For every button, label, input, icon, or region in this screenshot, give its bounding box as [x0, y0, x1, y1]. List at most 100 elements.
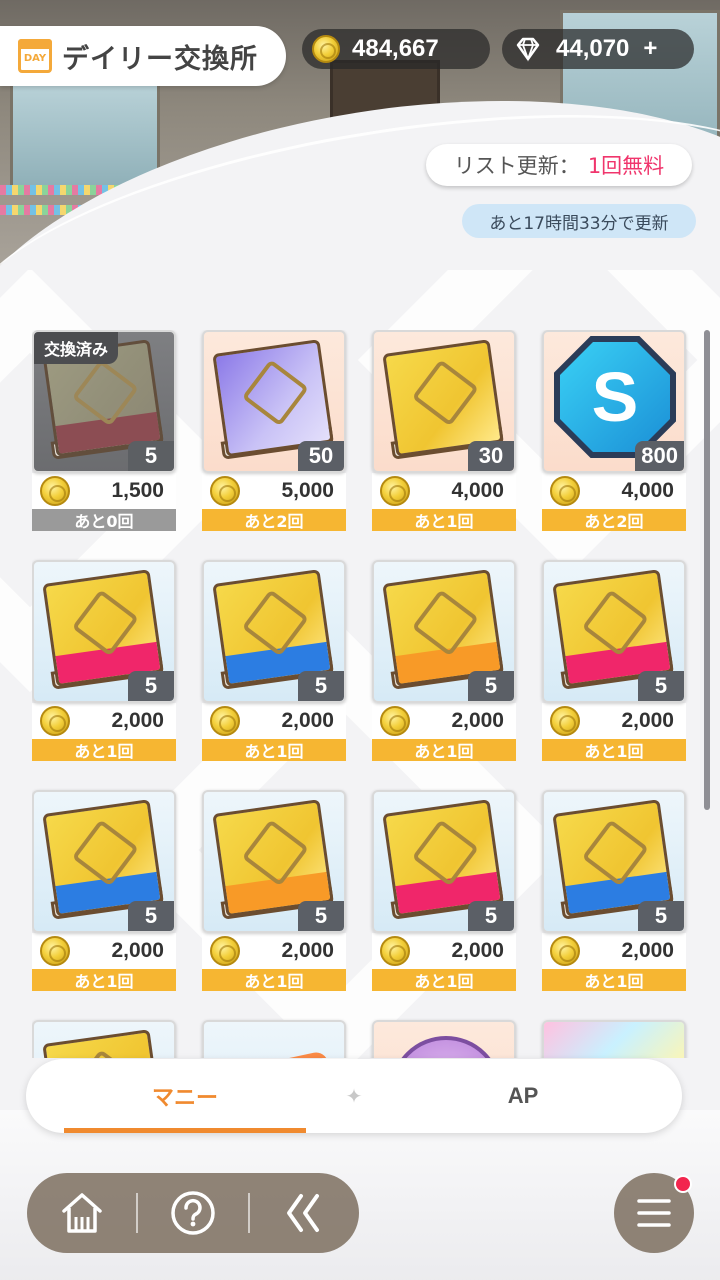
coin-icon	[210, 936, 240, 966]
item-price: 1,500	[32, 473, 176, 509]
coin-icon	[210, 706, 240, 736]
remaining-count: あと1回	[542, 969, 686, 991]
rainbow-item-icon	[544, 1022, 684, 1058]
remaining-count: あと1回	[202, 739, 346, 761]
item-artwork: 5	[542, 790, 686, 933]
item-quantity: 50	[298, 441, 344, 471]
gem-balance[interactable]: 44,070 +	[502, 29, 694, 69]
refresh-label: リスト更新：	[453, 154, 580, 178]
price-value: 4,000	[621, 479, 674, 502]
home-button[interactable]	[27, 1173, 136, 1253]
exchange-item-card[interactable]: 5 2,000 あと1回	[202, 560, 346, 762]
help-icon	[171, 1191, 215, 1235]
tab-separator-icon: ✦	[345, 1084, 363, 1108]
item-quantity: 30	[468, 441, 514, 471]
menu-icon	[637, 1199, 671, 1227]
item-artwork: 30	[372, 330, 516, 473]
exchange-item-card[interactable]	[202, 1020, 346, 1058]
currency-tab-bar: マニー ✦ AP	[26, 1059, 682, 1133]
notification-dot	[674, 1175, 692, 1193]
crystal-icon	[390, 1036, 502, 1058]
day-badge-text: DAY	[23, 53, 47, 64]
remaining-count: あと1回	[32, 969, 176, 991]
coin-icon	[380, 936, 410, 966]
refresh-timer: あと17時間33分で更新	[462, 204, 696, 238]
coin-icon	[380, 706, 410, 736]
refresh-free-count: 1回無料	[587, 154, 665, 178]
remaining-count: あと1回	[542, 739, 686, 761]
bg-window	[10, 80, 160, 190]
remaining-count: あと1回	[372, 509, 516, 531]
diamond-icon	[516, 37, 540, 62]
remaining-count: あと2回	[202, 509, 346, 531]
item-quantity: 800	[635, 441, 684, 471]
price-value: 2,000	[111, 709, 164, 732]
exchange-item-card[interactable]	[372, 1020, 516, 1058]
item-artwork	[372, 1020, 516, 1058]
add-gems-button[interactable]: +	[643, 35, 657, 63]
price-value: 5,000	[281, 479, 334, 502]
item-price: 2,000	[542, 703, 686, 739]
tab-money[interactable]: マニー	[26, 1059, 344, 1133]
price-value: 2,000	[111, 939, 164, 962]
coin-icon	[40, 706, 70, 736]
remaining-count: あと2回	[542, 509, 686, 531]
exchange-item-grid: 交換済み 5 1,500 あと0回 50 5,000 あと2回 30 4,000 あと1回 S 800…	[32, 330, 692, 1058]
coin-icon	[210, 476, 240, 506]
item-artwork	[542, 1020, 686, 1058]
calendar-day-icon: DAY	[18, 39, 52, 73]
item-quantity: 5	[468, 671, 514, 701]
exchange-item-card[interactable]	[542, 1020, 686, 1058]
exchange-item-card[interactable]	[32, 1020, 176, 1058]
exchange-item-card[interactable]: 5 2,000 あと1回	[32, 560, 176, 762]
item-quantity: 5	[128, 901, 174, 931]
price-value: 2,000	[451, 709, 504, 732]
tab-ap[interactable]: AP	[364, 1059, 682, 1133]
home-icon	[61, 1193, 102, 1233]
coin-icon	[550, 936, 580, 966]
exchange-item-card[interactable]: 50 5,000 あと2回	[202, 330, 346, 532]
coin-icon	[40, 476, 70, 506]
item-quantity: 5	[468, 901, 514, 931]
exchange-item-card[interactable]: 5 2,000 あと1回	[202, 790, 346, 992]
item-artwork: 5	[32, 560, 176, 703]
exchange-item-card[interactable]: 5 2,000 あと1回	[542, 790, 686, 992]
exchange-item-card[interactable]: 5 2,000 あと1回	[542, 560, 686, 762]
price-value: 2,000	[451, 939, 504, 962]
money-balance[interactable]: 484,667	[302, 29, 490, 69]
item-artwork: 5	[202, 790, 346, 933]
price-value: 2,000	[281, 709, 334, 732]
money-value: 484,667	[352, 35, 439, 62]
item-price: 2,000	[202, 703, 346, 739]
item-quantity: 5	[128, 671, 174, 701]
exchange-item-card[interactable]: 5 2,000 あと1回	[372, 790, 516, 992]
item-artwork: 交換済み 5	[32, 330, 176, 473]
item-price: 2,000	[372, 703, 516, 739]
price-value: 2,000	[281, 939, 334, 962]
item-price: 2,000	[32, 933, 176, 969]
remaining-count: あと1回	[202, 969, 346, 991]
page-title-pill: DAY デイリー交換所	[0, 26, 286, 86]
remaining-count: あと1回	[372, 969, 516, 991]
exchange-item-card[interactable]: S 800 4,000 あと2回	[542, 330, 686, 532]
remaining-count: あと0回	[32, 509, 176, 531]
item-artwork: S 800	[542, 330, 686, 473]
item-price: 5,000	[202, 473, 346, 509]
item-price: 2,000	[542, 933, 686, 969]
exchange-item-card[interactable]: 交換済み 5 1,500 あと0回	[32, 330, 176, 532]
remaining-count: あと1回	[372, 739, 516, 761]
price-value: 4,000	[451, 479, 504, 502]
exchange-item-card[interactable]: 5 2,000 あと1回	[32, 790, 176, 992]
exchange-item-card[interactable]: 30 4,000 あと1回	[372, 330, 516, 532]
remaining-count: あと1回	[32, 739, 176, 761]
coin-icon	[550, 706, 580, 736]
scrollbar[interactable]	[704, 330, 710, 810]
back-button[interactable]	[250, 1173, 359, 1253]
item-quantity: 5	[298, 901, 344, 931]
list-refresh-button[interactable]: リスト更新： 1回無料	[426, 144, 692, 186]
exchange-item-card[interactable]: 5 2,000 あと1回	[372, 560, 516, 762]
item-price: 4,000	[372, 473, 516, 509]
help-button[interactable]	[138, 1173, 247, 1253]
item-quantity: 5	[638, 671, 684, 701]
coin-icon	[40, 936, 70, 966]
